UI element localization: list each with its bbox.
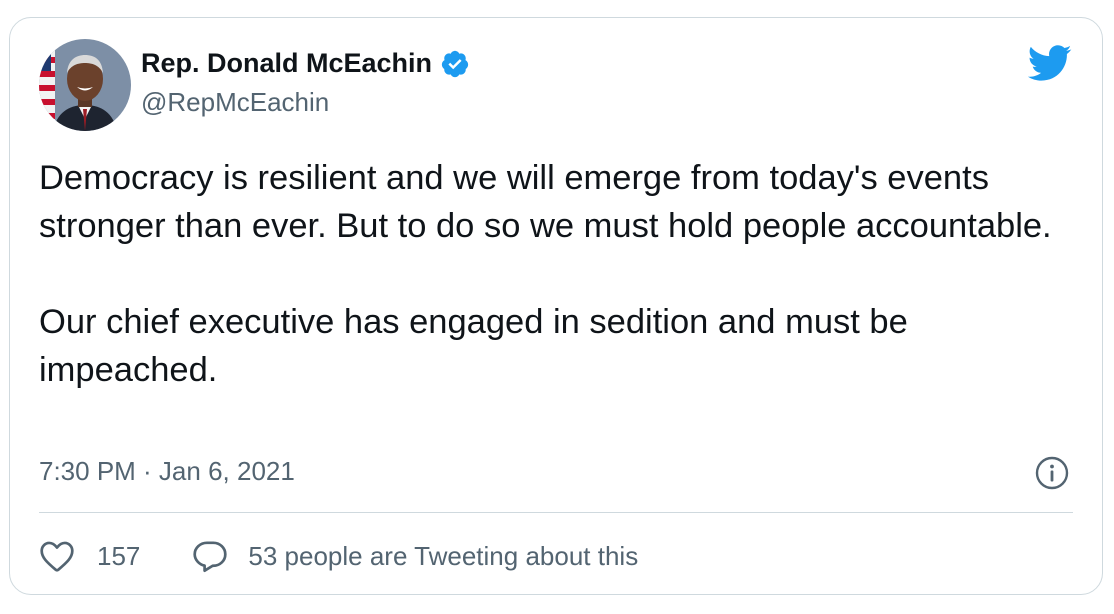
conversation-button[interactable]: 53 people are Tweeting about this bbox=[192, 539, 638, 573]
verified-badge-icon bbox=[440, 49, 470, 79]
heart-icon bbox=[39, 539, 75, 573]
tweet-text: Democracy is resilient and we will emerg… bbox=[39, 159, 1052, 389]
tweet-actions: 157 53 people are Tweeting about this bbox=[39, 536, 638, 576]
speech-bubble-icon bbox=[192, 539, 228, 573]
avatar-photo bbox=[39, 39, 131, 131]
tweet-timestamp[interactable]: 7:30 PM · Jan 6, 2021 bbox=[39, 456, 295, 487]
author-handle[interactable]: @RepMcEachin bbox=[141, 87, 329, 118]
author-name-text[interactable]: Rep. Donald McEachin bbox=[141, 48, 432, 79]
like-count[interactable]: 157 bbox=[97, 541, 140, 572]
twitter-bird-icon[interactable] bbox=[1026, 44, 1072, 84]
conversation-text[interactable]: 53 people are Tweeting about this bbox=[248, 541, 638, 572]
tweet-card[interactable]: Rep. Donald McEachin @RepMcEachin Democr… bbox=[9, 17, 1103, 595]
divider bbox=[39, 512, 1073, 513]
info-icon[interactable] bbox=[1035, 456, 1069, 490]
like-button[interactable]: 157 bbox=[39, 539, 140, 573]
avatar[interactable] bbox=[39, 39, 131, 131]
author-name[interactable]: Rep. Donald McEachin bbox=[141, 48, 470, 79]
